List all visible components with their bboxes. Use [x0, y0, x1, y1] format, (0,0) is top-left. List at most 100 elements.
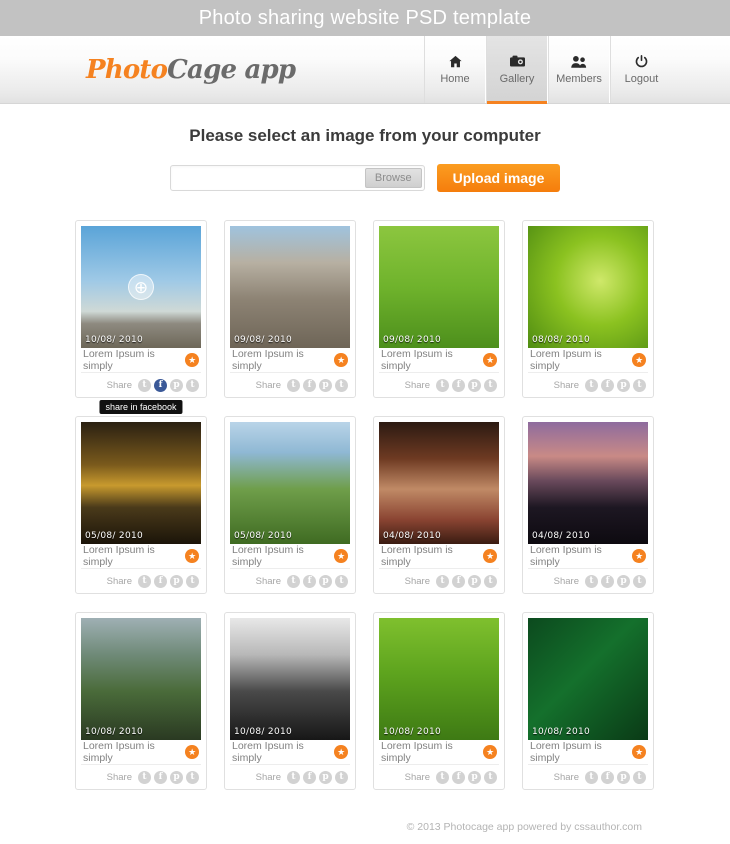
facebook-share-icon[interactable]: f — [452, 770, 465, 784]
pinterest-share-icon[interactable]: p — [170, 770, 183, 784]
pinterest-share-icon[interactable]: p — [170, 574, 183, 588]
nav-item-gallery[interactable]: Gallery — [486, 36, 548, 104]
tumblr-share-icon[interactable]: t — [186, 574, 199, 588]
pinterest-share-icon[interactable]: p — [170, 378, 183, 392]
favorite-star-icon[interactable]: ★ — [334, 353, 348, 367]
tumblr-share-icon[interactable]: t — [633, 770, 646, 784]
pinterest-share-icon[interactable]: p — [319, 574, 332, 588]
tumblr-share-icon[interactable]: t — [484, 378, 497, 392]
file-input-wrapper[interactable]: Browse — [169, 165, 425, 191]
facebook-share-icon[interactable]: f — [303, 378, 316, 392]
facebook-share-icon[interactable]: f — [154, 378, 167, 392]
pinterest-share-icon[interactable]: p — [319, 770, 332, 784]
pinterest-share-icon[interactable]: p — [468, 378, 481, 392]
favorite-star-icon[interactable]: ★ — [185, 745, 199, 759]
facebook-share-icon[interactable]: f — [303, 574, 316, 588]
tumblr-share-icon[interactable]: t — [633, 574, 646, 588]
pinterest-share-icon[interactable]: p — [617, 574, 630, 588]
gallery-card[interactable]: ⊕ 09/08/ 2010 Lorem Ipsum is simply ★ Sh… — [224, 220, 356, 398]
nav-item-members[interactable]: Members — [548, 36, 610, 103]
favorite-star-icon[interactable]: ★ — [483, 549, 497, 563]
tumblr-share-icon[interactable]: t — [335, 574, 348, 588]
twitter-share-icon[interactable]: t — [436, 378, 449, 392]
browse-button[interactable]: Browse — [364, 168, 422, 188]
favorite-star-icon[interactable]: ★ — [483, 745, 497, 759]
gallery-card[interactable]: ⊕ 05/08/ 2010 Lorem Ipsum is simply ★ Sh… — [224, 416, 356, 594]
gallery-card[interactable]: ⊕ 08/08/ 2010 Lorem Ipsum is simply ★ Sh… — [522, 220, 654, 398]
card-share-row: Share tfpt — [528, 765, 648, 789]
gallery-thumbnail[interactable]: ⊕ 04/08/ 2010 — [379, 422, 499, 544]
facebook-share-icon[interactable]: f — [452, 378, 465, 392]
site-logo[interactable]: Photo Cage app — [0, 36, 424, 103]
tumblr-share-icon[interactable]: t — [633, 378, 646, 392]
gallery-thumbnail[interactable]: ⊕ 05/08/ 2010 — [230, 422, 350, 544]
zoom-in-icon[interactable]: ⊕ — [128, 274, 154, 300]
tumblr-share-icon[interactable]: t — [335, 378, 348, 392]
share-label: Share — [404, 771, 430, 783]
gallery-thumbnail[interactable]: ⊕ 04/08/ 2010 — [528, 422, 648, 544]
gallery-card[interactable]: ⊕ 10/08/ 2010 Lorem Ipsum is simply ★ Sh… — [75, 612, 207, 790]
tumblr-share-icon[interactable]: t — [186, 770, 199, 784]
facebook-share-icon[interactable]: f — [303, 770, 316, 784]
gallery-card[interactable]: ⊕ 04/08/ 2010 Lorem Ipsum is simply ★ Sh… — [373, 416, 505, 594]
gallery-card[interactable]: ⊕ 10/08/ 2010 Lorem Ipsum is simply ★ Sh… — [224, 612, 356, 790]
gallery-card[interactable]: ⊕ 10/08/ 2010 Lorem Ipsum is simply ★ Sh… — [373, 612, 505, 790]
upload-image-button[interactable]: Upload image — [436, 164, 561, 192]
favorite-star-icon[interactable]: ★ — [483, 353, 497, 367]
twitter-share-icon[interactable]: t — [436, 574, 449, 588]
tumblr-share-icon[interactable]: t — [335, 770, 348, 784]
twitter-share-icon[interactable]: t — [138, 574, 151, 588]
facebook-share-icon[interactable]: f — [154, 574, 167, 588]
gallery-thumbnail[interactable]: ⊕ 09/08/ 2010 — [230, 226, 350, 348]
twitter-share-icon[interactable]: t — [287, 574, 300, 588]
photo-caption: Lorem Ipsum is simply — [232, 348, 304, 372]
facebook-share-icon[interactable]: f — [452, 574, 465, 588]
gallery-card[interactable]: ⊕ 04/08/ 2010 Lorem Ipsum is simply ★ Sh… — [522, 416, 654, 594]
gallery-thumbnail[interactable]: ⊕ 09/08/ 2010 — [379, 226, 499, 348]
favorite-star-icon[interactable]: ★ — [632, 549, 646, 563]
gallery-thumbnail[interactable]: ⊕ 10/08/ 2010 — [81, 226, 201, 348]
photo-artwork — [230, 226, 350, 348]
pinterest-share-icon[interactable]: p — [468, 574, 481, 588]
gallery-thumbnail[interactable]: ⊕ 10/08/ 2010 — [81, 618, 201, 740]
nav-item-logout[interactable]: Logout — [610, 36, 672, 103]
photo-date: 10/08/ 2010 — [532, 727, 591, 737]
twitter-share-icon[interactable]: t — [287, 770, 300, 784]
favorite-star-icon[interactable]: ★ — [334, 549, 348, 563]
favorite-star-icon[interactable]: ★ — [185, 353, 199, 367]
gallery-card[interactable]: ⊕ 10/08/ 2010 Lorem Ipsum is simply ★ Sh… — [75, 220, 207, 414]
tumblr-share-icon[interactable]: t — [484, 770, 497, 784]
tumblr-share-icon[interactable]: t — [484, 574, 497, 588]
gallery-thumbnail[interactable]: ⊕ 10/08/ 2010 — [379, 618, 499, 740]
favorite-star-icon[interactable]: ★ — [185, 549, 199, 563]
gallery-thumbnail[interactable]: ⊕ 10/08/ 2010 — [528, 618, 648, 740]
facebook-share-icon[interactable]: f — [601, 770, 614, 784]
share-label: Share — [255, 575, 281, 587]
gallery-card[interactable]: ⊕ 10/08/ 2010 Lorem Ipsum is simply ★ Sh… — [522, 612, 654, 790]
pinterest-share-icon[interactable]: p — [468, 770, 481, 784]
pinterest-share-icon[interactable]: p — [319, 378, 332, 392]
twitter-share-icon[interactable]: t — [287, 378, 300, 392]
twitter-share-icon[interactable]: t — [585, 574, 598, 588]
card-share-row: Share tfpt — [230, 569, 350, 593]
facebook-share-icon[interactable]: f — [601, 574, 614, 588]
gallery-card[interactable]: ⊕ 09/08/ 2010 Lorem Ipsum is simply ★ Sh… — [373, 220, 505, 398]
favorite-star-icon[interactable]: ★ — [334, 745, 348, 759]
twitter-share-icon[interactable]: t — [138, 378, 151, 392]
favorite-star-icon[interactable]: ★ — [632, 745, 646, 759]
facebook-share-icon[interactable]: f — [154, 770, 167, 784]
pinterest-share-icon[interactable]: p — [617, 770, 630, 784]
pinterest-share-icon[interactable]: p — [617, 378, 630, 392]
twitter-share-icon[interactable]: t — [585, 378, 598, 392]
tumblr-share-icon[interactable]: t — [186, 378, 199, 392]
gallery-thumbnail[interactable]: ⊕ 05/08/ 2010 — [81, 422, 201, 544]
gallery-card[interactable]: ⊕ 05/08/ 2010 Lorem Ipsum is simply ★ Sh… — [75, 416, 207, 594]
nav-item-home[interactable]: Home — [424, 36, 486, 103]
twitter-share-icon[interactable]: t — [138, 770, 151, 784]
facebook-share-icon[interactable]: f — [601, 378, 614, 392]
gallery-thumbnail[interactable]: ⊕ 10/08/ 2010 — [230, 618, 350, 740]
gallery-thumbnail[interactable]: ⊕ 08/08/ 2010 — [528, 226, 648, 348]
favorite-star-icon[interactable]: ★ — [632, 353, 646, 367]
twitter-share-icon[interactable]: t — [436, 770, 449, 784]
twitter-share-icon[interactable]: t — [585, 770, 598, 784]
